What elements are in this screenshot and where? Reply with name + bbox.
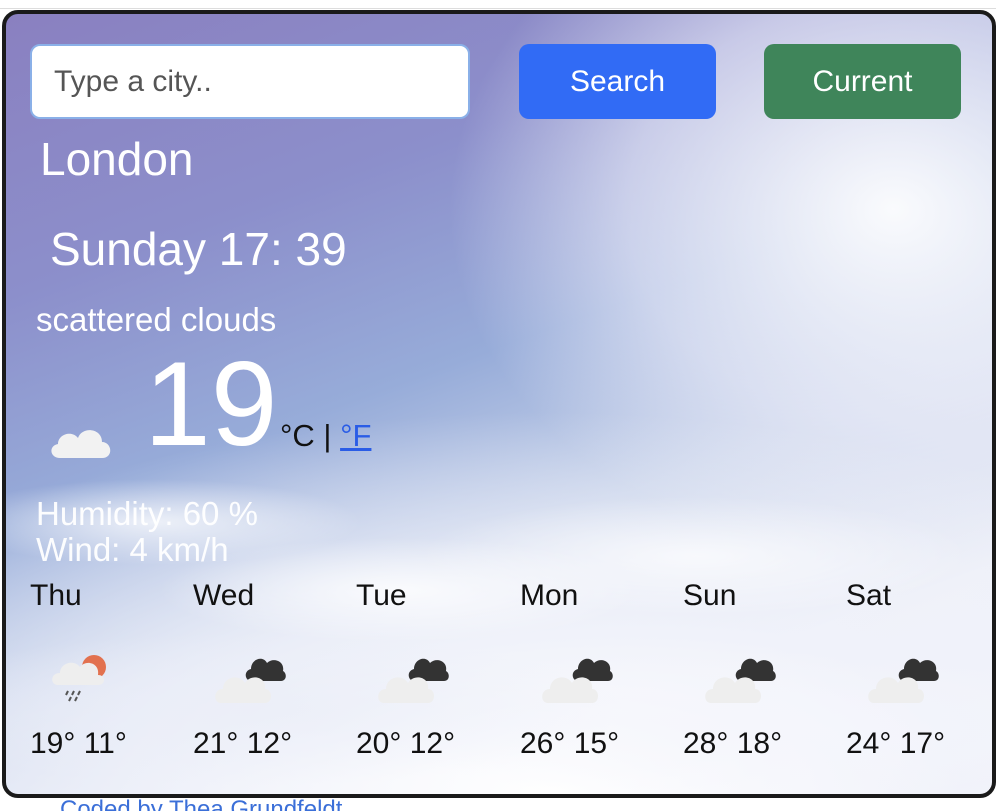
dark-clouds-icon: [868, 658, 939, 703]
forecast-day: Sat 24° 17°: [846, 579, 986, 769]
fahrenheit-link[interactable]: °F: [340, 418, 371, 453]
footer-credit-link[interactable]: Coded by Thea Grundfeldt: [60, 796, 342, 811]
celsius-unit: °C: [280, 418, 315, 453]
forecast-temps: 28° 18°: [683, 727, 783, 760]
forecast-day: Tue 20° 12°: [356, 579, 496, 769]
current-location-button[interactable]: Current: [764, 44, 961, 119]
forecast-day: Sun 28° 18°: [683, 579, 823, 769]
forecast-day-name: Sat: [846, 579, 892, 612]
wind: Wind: 4 km/h: [36, 531, 229, 568]
search-input[interactable]: [30, 44, 470, 119]
forecast-temps: 19° 11°: [30, 727, 127, 760]
forecast-temps: 24° 17°: [846, 727, 946, 760]
forecast-row: Thu 19° 11° Wed 21° 12° Tue 20° 12° Mon …: [30, 579, 970, 769]
forecast-day-name: Thu: [30, 579, 82, 612]
dark-clouds-icon: [215, 658, 286, 703]
forecast-day-name: Tue: [356, 579, 407, 612]
current-temperature: 19: [144, 337, 278, 471]
forecast-day-name: Sun: [683, 579, 737, 612]
unit-separator: |: [314, 418, 341, 453]
forecast-day: Wed 21° 12°: [193, 579, 333, 769]
dark-clouds-icon: [542, 658, 613, 703]
forecast-temps: 20° 12°: [356, 727, 456, 760]
forecast-day-name: Wed: [193, 579, 255, 612]
forecast-temps: 26° 15°: [520, 727, 620, 760]
humidity: Humidity: 60 %: [36, 495, 258, 532]
weather-card: Search Current London Sunday 17: 39 scat…: [2, 10, 996, 798]
forecast-day-name: Mon: [520, 579, 579, 612]
forecast-temps: 21° 12°: [193, 727, 293, 760]
cloud-icon: [51, 430, 111, 458]
unit-toggle: °C | °F: [280, 418, 371, 454]
search-button[interactable]: Search: [519, 44, 716, 119]
forecast-day: Mon 26° 15°: [520, 579, 660, 769]
date-time: Sunday 17: 39: [50, 223, 347, 275]
dark-clouds-icon: [705, 658, 776, 703]
page-top-border: [0, 8, 996, 9]
forecast-day: Thu 19° 11°: [30, 579, 170, 769]
rain-sun-cloud-icon: [52, 655, 106, 702]
city-name: London: [40, 133, 194, 185]
weather-description: scattered clouds: [36, 301, 277, 338]
dark-clouds-icon: [378, 658, 449, 703]
